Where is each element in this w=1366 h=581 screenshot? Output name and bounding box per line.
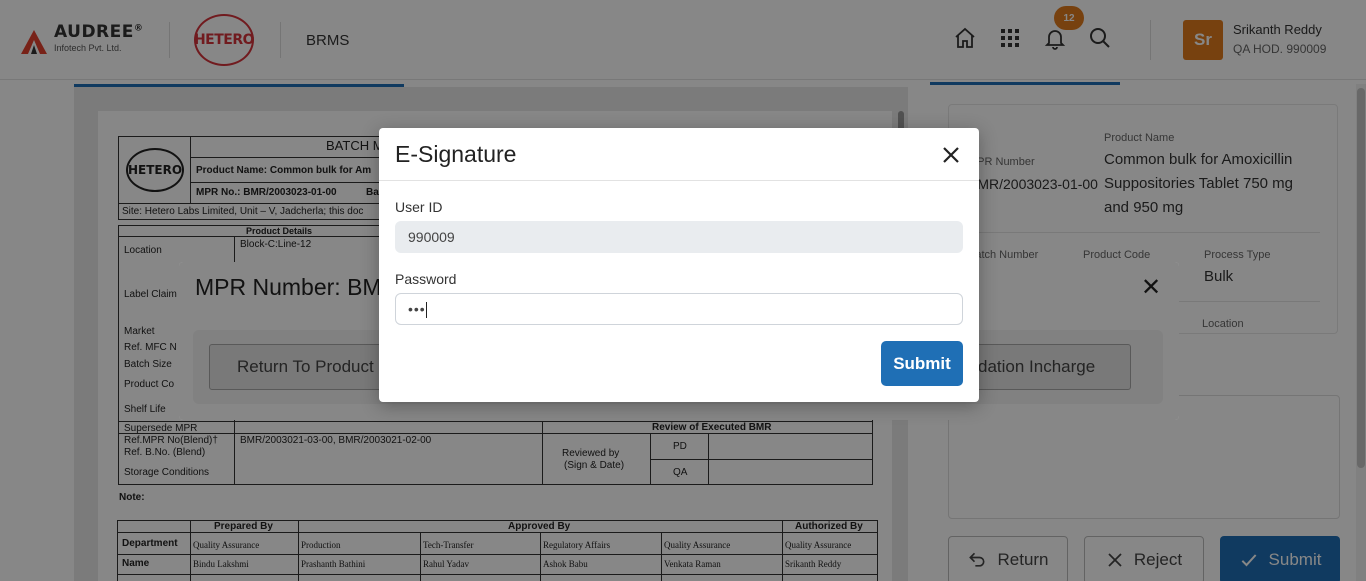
password-field[interactable]: ••• (395, 293, 963, 325)
esignature-submit-button[interactable]: Submit (881, 341, 963, 386)
password-value: ••• (408, 301, 426, 317)
password-label: Password (395, 271, 457, 287)
close-icon[interactable] (939, 143, 963, 167)
esignature-header: E-Signature (379, 128, 979, 181)
text-cursor (425, 302, 427, 319)
esignature-modal: E-Signature User ID 990009 Password ••• … (379, 128, 979, 402)
user-id-field[interactable]: 990009 (395, 221, 963, 253)
user-id-label: User ID (395, 199, 443, 215)
esignature-title: E-Signature (395, 141, 517, 167)
